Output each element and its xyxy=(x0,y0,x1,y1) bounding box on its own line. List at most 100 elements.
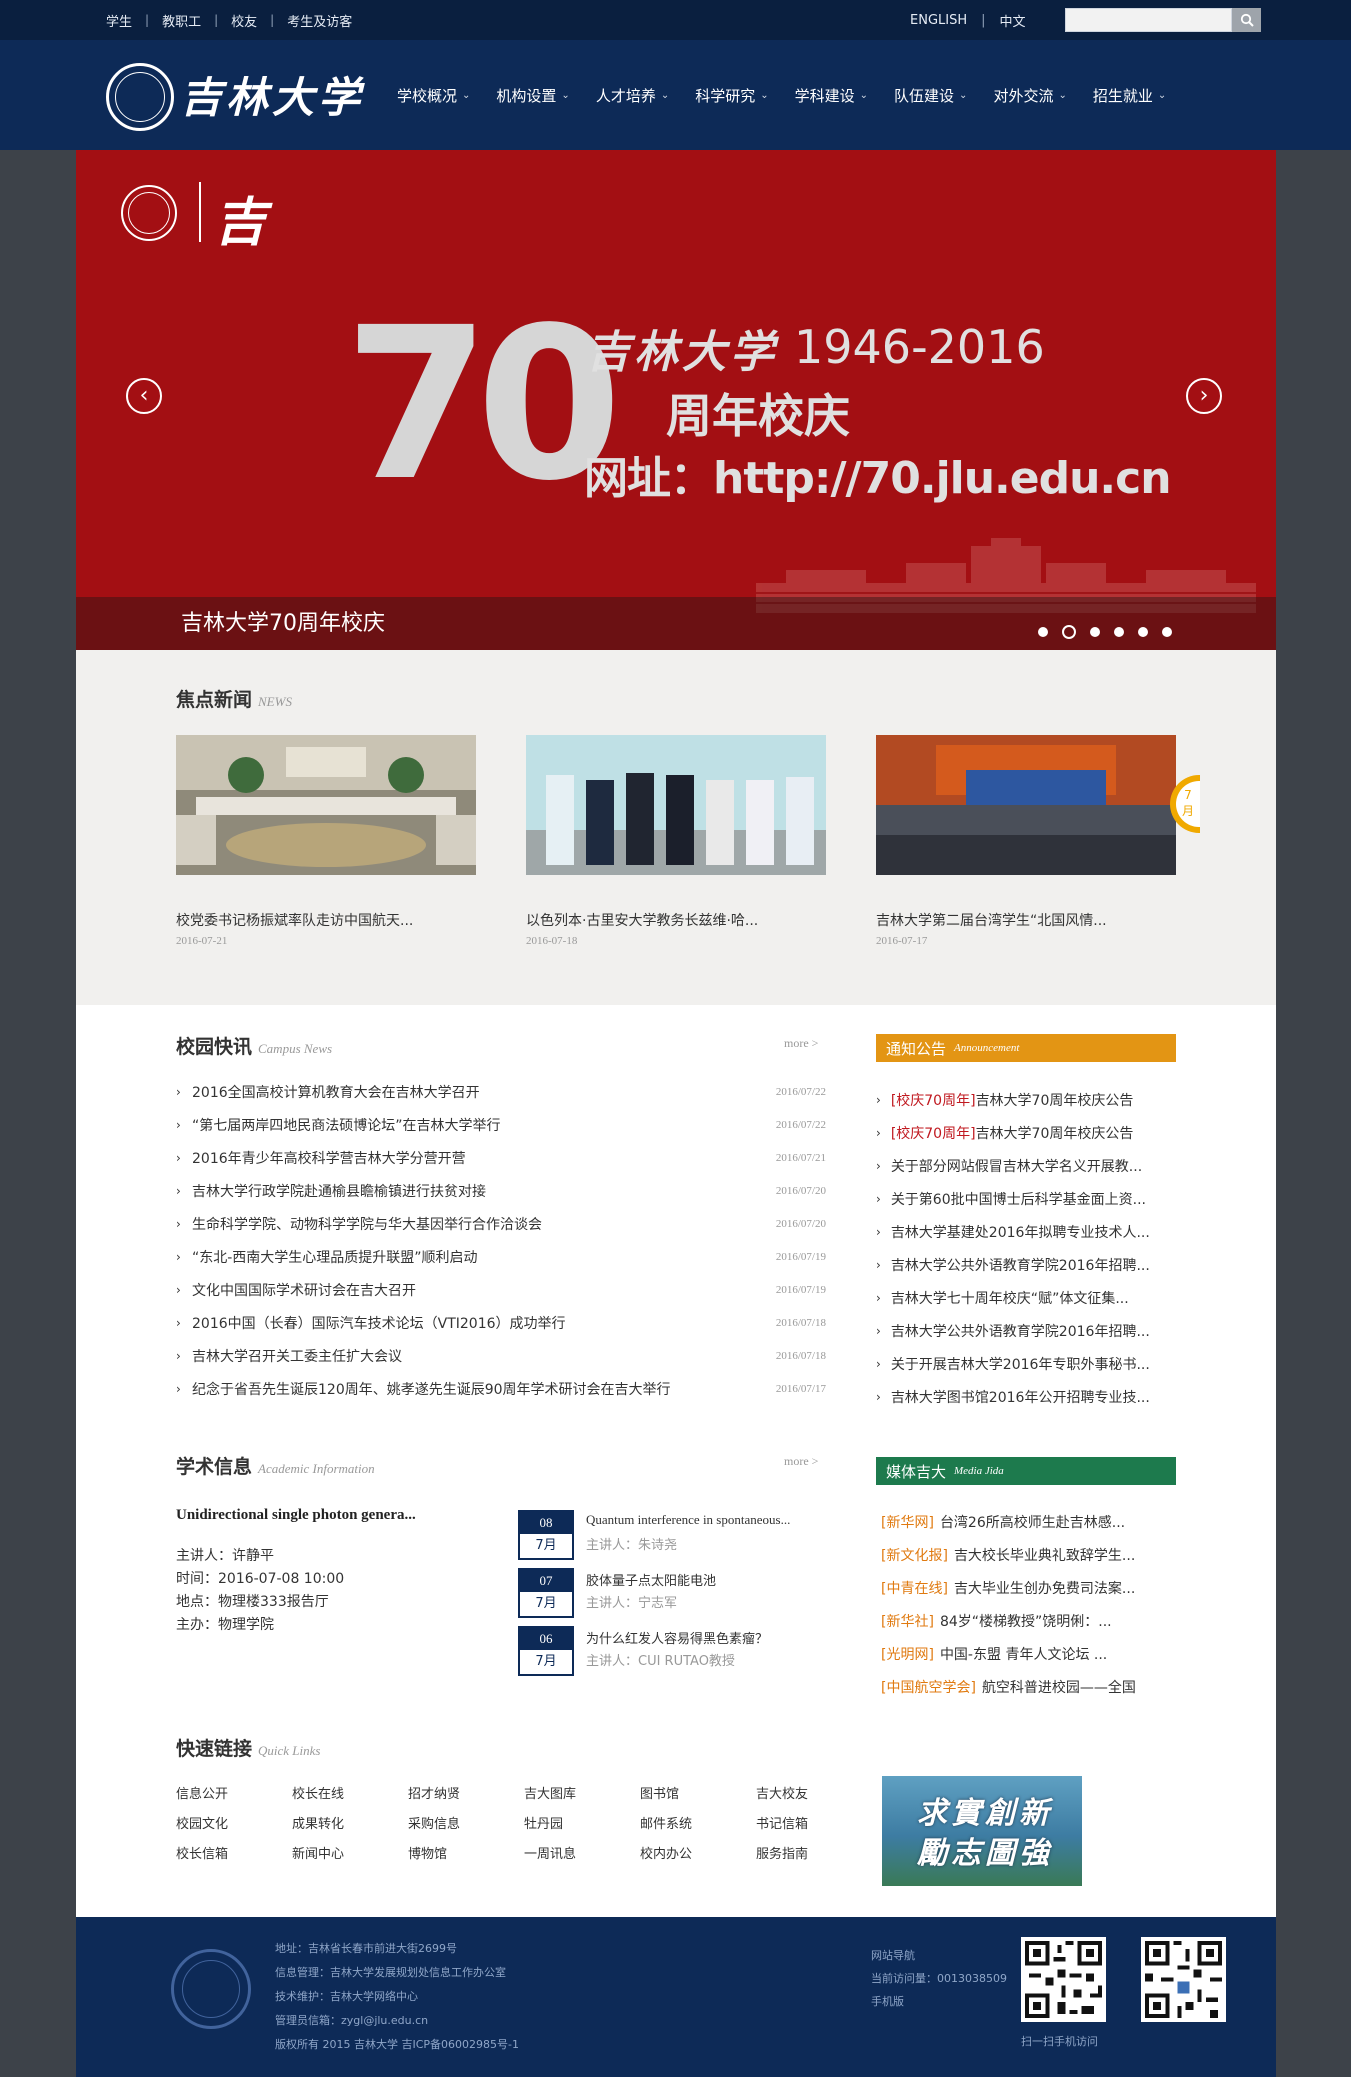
university-seal-logo[interactable] xyxy=(106,63,174,131)
list-item[interactable]: › 生命科学学院、动物科学学院与华大基因举行合作洽谈会 2016/07/20 xyxy=(176,1214,826,1234)
link-alumni[interactable]: 校友 xyxy=(231,11,257,30)
university-name-logo[interactable]: 吉林大学 xyxy=(180,64,364,125)
list-item[interactable]: › 文化中国国际学术研讨会在吉大召开 2016/07/19 xyxy=(176,1280,826,1300)
lang-english-link[interactable]: ENGLISH xyxy=(910,13,967,28)
list-item[interactable]: [新华网] 台湾26所高校师生赴吉林感... xyxy=(881,1512,1176,1532)
nav-item-faculty[interactable]: 队伍建设 ⌄ xyxy=(894,85,967,106)
carousel-dot-active[interactable] xyxy=(1062,625,1076,639)
quick-link[interactable]: 图书馆 xyxy=(640,1783,679,1802)
news-photo-delegation[interactable] xyxy=(526,735,826,875)
carousel-caption[interactable]: 吉林大学70周年校庆 xyxy=(181,605,385,637)
nav-item-disciplines[interactable]: 学科建设 ⌄ xyxy=(795,85,868,106)
focus-news-caption[interactable]: 吉林大学第二届台湾学生“北国风情... xyxy=(876,910,1107,930)
nav-item-organization[interactable]: 机构设置 ⌄ xyxy=(496,85,569,106)
footer-admin-mail[interactable]: 管理员信箱：zygl@jlu.edu.cn xyxy=(275,2012,428,2028)
list-item[interactable]: [新华社] 84岁“楼梯教授”饶明俐：... xyxy=(881,1611,1176,1631)
list-item[interactable]: › 吉林大学公共外语教育学院2016年招聘... xyxy=(876,1321,1176,1341)
quick-link[interactable]: 书记信箱 xyxy=(756,1813,808,1832)
quick-link[interactable]: 邮件系统 xyxy=(640,1813,692,1832)
list-item[interactable]: [新文化报] 吉大校长毕业典礼致辞学生... xyxy=(881,1545,1176,1565)
list-item[interactable]: [中青在线] 吉大毕业生创办免费司法案... xyxy=(881,1578,1176,1598)
carousel-dot[interactable] xyxy=(1162,627,1172,637)
list-item[interactable]: › “东北-西南大学生心理品质提升联盟”顺利启动 2016/07/19 xyxy=(176,1247,826,1267)
link-staff[interactable]: 教职工 xyxy=(162,11,201,30)
list-item[interactable]: › 关于第60批中国博士后科学基金面上资... xyxy=(876,1189,1176,1209)
campus-news-more-link[interactable]: more > xyxy=(784,1036,818,1051)
list-item[interactable]: › 吉林大学公共外语教育学院2016年招聘... xyxy=(876,1255,1176,1275)
lang-chinese-link[interactable]: 中文 xyxy=(1000,11,1026,30)
quick-link[interactable]: 一周讯息 xyxy=(524,1843,576,1862)
focus-news-date: 2016-07-21 xyxy=(176,935,228,947)
search-input[interactable] xyxy=(1065,8,1232,32)
mobile-link[interactable]: 手机版 xyxy=(871,1993,904,2009)
chevron-right-icon: › xyxy=(176,1250,181,1264)
list-item[interactable]: › [校庆70周年] 吉林大学70周年校庆公告 xyxy=(876,1090,1176,1110)
carousel-dot[interactable] xyxy=(1138,627,1148,637)
list-item[interactable]: [光明网] 中国-东盟 青年人文论坛 ... xyxy=(881,1644,1176,1664)
quick-link[interactable]: 吉大校友 xyxy=(756,1783,808,1802)
nav-item-research[interactable]: 科学研究 ⌄ xyxy=(695,85,768,106)
list-item[interactable]: › 吉林大学图书馆2016年公开招聘专业技... xyxy=(876,1387,1176,1407)
quick-link[interactable]: 服务指南 xyxy=(756,1843,808,1862)
announcement-text: 吉林大学公共外语教育学院2016年招聘... xyxy=(890,1258,1150,1274)
media-source: [新华网] xyxy=(881,1515,934,1531)
focus-news-caption[interactable]: 以色列本·古里安大学教务长兹维·哈... xyxy=(526,910,758,930)
carousel-dot[interactable] xyxy=(1114,627,1124,637)
site-nav-link[interactable]: 网站导航 xyxy=(871,1947,915,1963)
quick-link[interactable]: 牡丹园 xyxy=(524,1813,563,1832)
quick-link[interactable]: 校长信箱 xyxy=(176,1843,228,1862)
lecture-title[interactable]: 为什么红发人容易得黑色素瘤？ xyxy=(586,1628,768,1647)
news-date: 2016/07/18 xyxy=(775,1350,826,1362)
quick-link[interactable]: 校内办公 xyxy=(640,1843,692,1862)
nav-item-international[interactable]: 对外交流 ⌄ xyxy=(993,85,1066,106)
quick-link[interactable]: 博物馆 xyxy=(408,1843,447,1862)
link-visitors[interactable]: 考生及访客 xyxy=(287,11,352,30)
list-item[interactable]: › 关于部分网站假冒吉林大学名义开展教... xyxy=(876,1156,1176,1176)
link-students[interactable]: 学生 xyxy=(106,11,132,30)
announcement-header: 通知公告 Announcement xyxy=(876,1034,1176,1062)
carousel-dot[interactable] xyxy=(1090,627,1100,637)
list-item[interactable]: › 2016中国（长春）国际汽车技术论坛（VTI2016）成功举行 2016/07/… xyxy=(176,1313,826,1333)
calendar-month: 7月 xyxy=(535,1538,557,1553)
list-item[interactable]: [中国航空学会] 航空科普进校园——全国 xyxy=(881,1677,1176,1697)
search-button[interactable] xyxy=(1232,8,1261,32)
quick-link[interactable]: 吉大图库 xyxy=(524,1783,576,1802)
quick-link[interactable]: 成果转化 xyxy=(292,1813,344,1832)
media-source: [中国航空学会] xyxy=(881,1680,976,1696)
academic-feature-title[interactable]: Unidirectional single photon genera... xyxy=(176,1507,416,1524)
quick-link[interactable]: 招才纳贤 xyxy=(408,1783,460,1802)
hero-carousel[interactable]: 吉 70 吉林大学 1946-2016 周年校庆 网址：http://70.jl… xyxy=(76,150,1276,650)
list-item[interactable]: › 吉林大学行政学院赴通榆县瞻榆镇进行扶贫对接 2016/07/20 xyxy=(176,1181,826,1201)
lecture-title[interactable]: Quantum interference in spontaneous... xyxy=(586,1512,790,1528)
quick-link[interactable]: 校长在线 xyxy=(292,1783,344,1802)
nav-label: 队伍建设 xyxy=(894,86,955,105)
list-item[interactable]: › 关于开展吉林大学2016年专职外事秘书... xyxy=(876,1354,1176,1374)
nav-item-education[interactable]: 人才培养 ⌄ xyxy=(596,85,669,106)
list-item[interactable]: › 吉林大学召开关工委主任扩大会议 2016/07/18 xyxy=(176,1346,826,1366)
chevron-right-icon: › xyxy=(176,1316,181,1330)
list-item[interactable]: › “第七届两岸四地民商法硕博论坛”在吉林大学举行 2016/07/22 xyxy=(176,1115,826,1135)
focus-news-caption[interactable]: 校党委书记杨振斌率队走访中国航天... xyxy=(176,910,413,930)
quick-link[interactable]: 信息公开 xyxy=(176,1783,228,1802)
motto-image[interactable]: 求實創新 勵志圖強 xyxy=(882,1776,1082,1886)
lecture-title[interactable]: 胶体量子点太阳能电池 xyxy=(586,1570,716,1589)
carousel-dot[interactable] xyxy=(1038,627,1048,637)
list-item[interactable]: › 纪念于省吾先生诞辰120周年、姚孝遂先生诞辰90周年学术研讨会在吉大举行 201… xyxy=(176,1379,826,1399)
carousel-next-button[interactable]: › xyxy=(1186,378,1222,414)
carousel-prev-button[interactable]: ‹ xyxy=(126,378,162,414)
list-item[interactable]: › [校庆70周年] 吉林大学70周年校庆公告 xyxy=(876,1123,1176,1143)
announcement-text: 吉林大学公共外语教育学院2016年招聘... xyxy=(890,1324,1150,1340)
news-photo-meeting[interactable] xyxy=(176,735,476,875)
quick-link[interactable]: 新闻中心 xyxy=(292,1843,344,1862)
nav-item-admissions[interactable]: 招生就业 ⌄ xyxy=(1093,85,1166,106)
list-item[interactable]: › 2016全国高校计算机教育大会在吉林大学召开 2016/07/22 xyxy=(176,1082,826,1102)
quick-link[interactable]: 校园文化 xyxy=(176,1813,228,1832)
news-photo-group[interactable] xyxy=(876,735,1176,875)
nav-item-about[interactable]: 学校概况 ⌄ xyxy=(397,85,470,106)
list-item[interactable]: › 吉林大学基建处2016年拟聘专业技术人... xyxy=(876,1222,1176,1242)
academic-more-link[interactable]: more > xyxy=(784,1454,818,1469)
list-item[interactable]: › 2016年青少年高校科学营吉林大学分营开营 2016/07/21 xyxy=(176,1148,826,1168)
list-item[interactable]: › 吉林大学七十周年校庆“赋”体文征集... xyxy=(876,1288,1176,1308)
media-source: [光明网] xyxy=(881,1647,934,1663)
quick-link[interactable]: 采购信息 xyxy=(408,1813,460,1832)
